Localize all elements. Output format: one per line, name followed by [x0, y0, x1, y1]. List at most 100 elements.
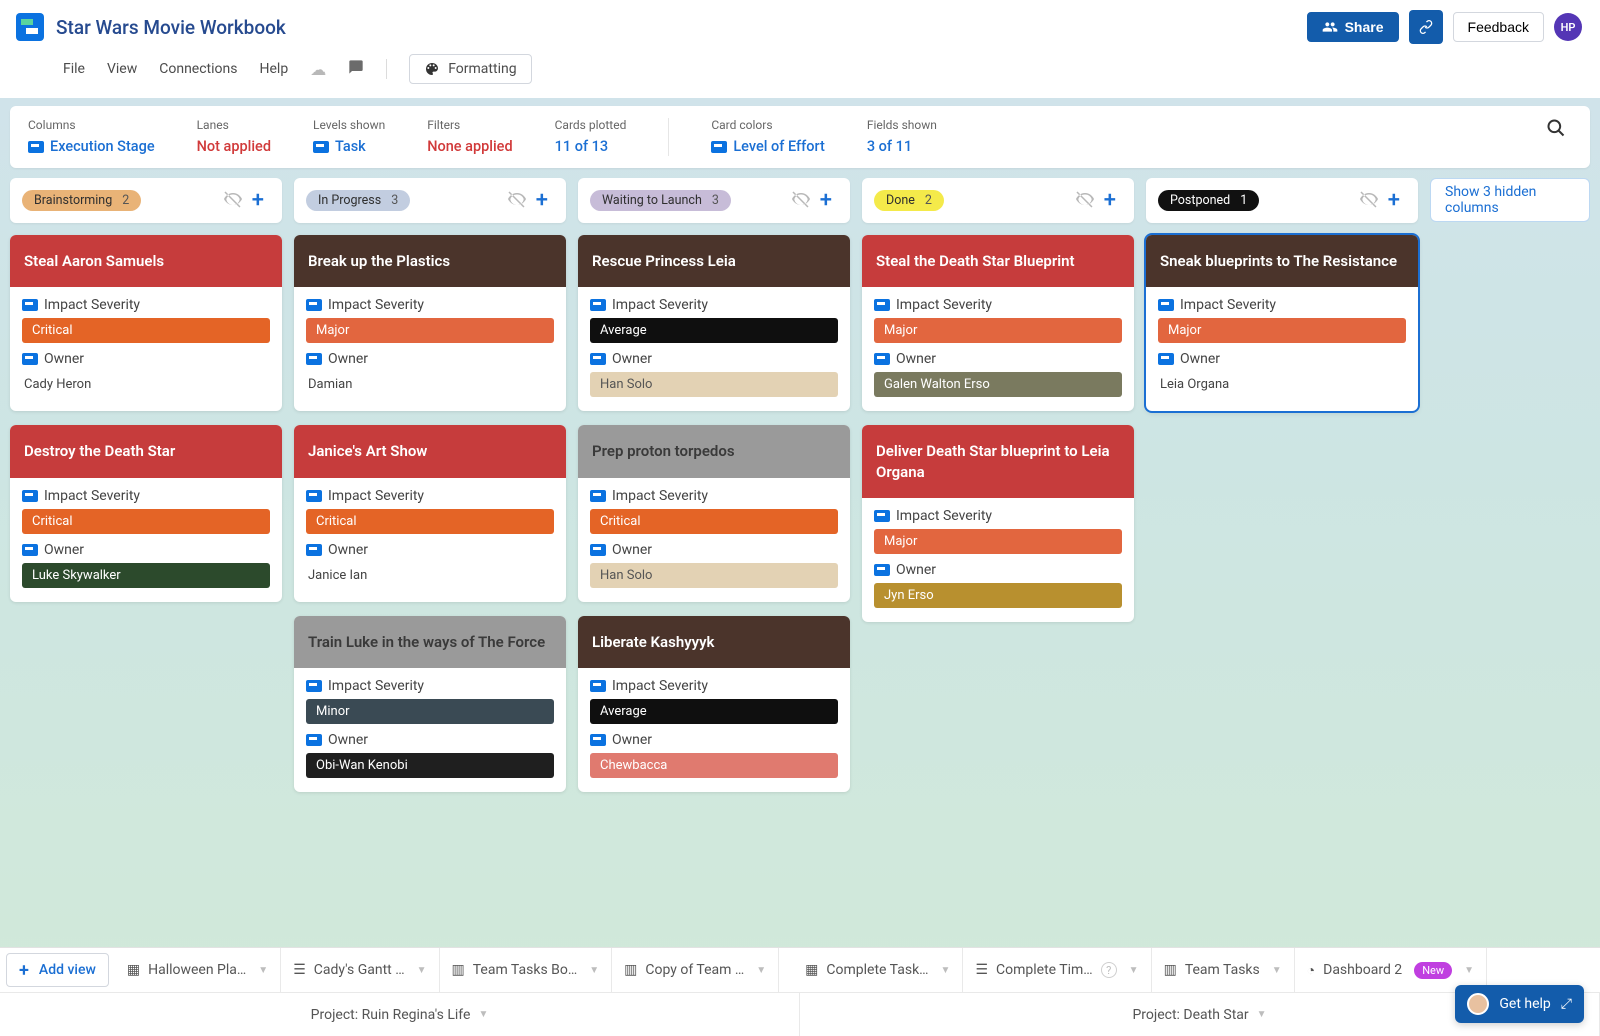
app-logo[interactable]	[16, 13, 44, 41]
add-card-icon[interactable]: +	[246, 188, 270, 213]
menu-file[interactable]: File	[63, 61, 85, 77]
user-avatar[interactable]: HP	[1554, 13, 1582, 41]
add-card-icon[interactable]: +	[1382, 188, 1406, 213]
column-pill[interactable]: Done 2	[874, 190, 944, 211]
impact-chip: Major	[306, 318, 554, 343]
tab-complete-task[interactable]: ▦Complete Task…▼	[793, 948, 963, 992]
add-card-icon[interactable]: +	[1098, 188, 1122, 213]
owner-value: Janice Ian	[306, 563, 554, 588]
board-card[interactable]: Break up the Plastics Impact Severity Ma…	[294, 235, 566, 411]
search-icon[interactable]	[1546, 118, 1572, 143]
hide-column-icon[interactable]	[504, 190, 530, 212]
board-card[interactable]: Rescue Princess Leia Impact Severity Ave…	[578, 235, 850, 411]
link-button[interactable]	[1409, 10, 1443, 44]
card-title: Liberate Kashyyyk	[578, 616, 850, 668]
filter-columns-value[interactable]: Execution Stage	[28, 138, 155, 155]
chevron-down-icon[interactable]: ▼	[258, 965, 268, 976]
impact-chip: Major	[874, 318, 1122, 343]
column-pill[interactable]: In Progress 3	[306, 190, 410, 211]
menu-view[interactable]: View	[107, 61, 137, 77]
filter-columns-label: Columns	[28, 118, 155, 132]
board-card[interactable]: Train Luke in the ways of The Force Impa…	[294, 616, 566, 792]
filter-fields-value[interactable]: 3 of 11	[867, 138, 937, 155]
field-icon	[590, 490, 606, 502]
tab-team-tasks[interactable]: ▥Team Tasks▼	[1152, 948, 1295, 992]
chevron-down-icon[interactable]: ▼	[756, 965, 766, 976]
tab-copy-team[interactable]: ▥Copy of Team …▼	[612, 948, 779, 992]
hide-column-icon[interactable]	[1356, 190, 1382, 212]
menu-connections[interactable]: Connections	[159, 61, 237, 77]
field-icon	[590, 544, 606, 556]
chevron-down-icon[interactable]: ▼	[1257, 1009, 1267, 1020]
filter-colors-value[interactable]: Level of Effort	[711, 138, 824, 155]
owner-label: Owner	[590, 351, 838, 367]
chevron-down-icon[interactable]: ▼	[1129, 965, 1139, 976]
board-card[interactable]: Steal Aaron Samuels Impact Severity Crit…	[10, 235, 282, 411]
board-card[interactable]: Deliver Death Star blueprint to Leia Org…	[862, 425, 1134, 622]
owner-label: Owner	[874, 562, 1122, 578]
comment-icon[interactable]	[348, 59, 364, 79]
formatting-button[interactable]: Formatting	[409, 54, 531, 84]
chevron-down-icon[interactable]: ▼	[478, 1009, 488, 1020]
board-card[interactable]: Prep proton torpedos Impact Severity Cri…	[578, 425, 850, 601]
column-pill[interactable]: Brainstorming 2	[22, 190, 141, 211]
field-icon	[590, 299, 606, 311]
card-title: Janice's Art Show	[294, 425, 566, 477]
owner-chip: Chewbacca	[590, 753, 838, 778]
show-hidden-columns-button[interactable]: Show 3 hidden columns	[1430, 178, 1590, 222]
expand-icon: ⤢	[1561, 996, 1572, 1012]
column-header: Done 2 +	[862, 178, 1134, 223]
tab-complete-tim[interactable]: ☰Complete Tim…?▼	[963, 948, 1151, 992]
impact-label: Impact Severity	[874, 508, 1122, 524]
tab-team-tasks-board[interactable]: ▥Team Tasks Bo…▼	[440, 948, 613, 992]
board-column: Done 2 + Steal the Death Star Blueprint …	[862, 178, 1134, 636]
board-card[interactable]: Steal the Death Star Blueprint Impact Se…	[862, 235, 1134, 411]
filter-lanes-value[interactable]: Not applied	[197, 138, 271, 155]
board-card[interactable]: Janice's Art Show Impact Severity Critic…	[294, 425, 566, 601]
board-card[interactable]: Liberate Kashyyyk Impact Severity Averag…	[578, 616, 850, 792]
field-icon	[590, 734, 606, 746]
share-button[interactable]: Share	[1307, 12, 1399, 42]
get-help-button[interactable]: Get help ⤢	[1455, 985, 1584, 1023]
menu-help[interactable]: Help	[260, 61, 289, 77]
plus-icon: +	[19, 960, 29, 981]
help-icon[interactable]: ?	[1101, 962, 1117, 978]
column-count: 2	[122, 193, 129, 208]
owner-label: Owner	[306, 351, 554, 367]
board-card[interactable]: Destroy the Death Star Impact Severity C…	[10, 425, 282, 601]
field-icon	[874, 564, 890, 576]
column-count: 1	[1240, 193, 1247, 208]
gantt-icon: ☰	[975, 962, 988, 978]
chevron-down-icon[interactable]: ▼	[589, 965, 599, 976]
add-card-icon[interactable]: +	[814, 188, 838, 213]
chevron-down-icon[interactable]: ▼	[1272, 965, 1282, 976]
feedback-button[interactable]: Feedback	[1453, 12, 1544, 42]
hide-column-icon[interactable]	[788, 190, 814, 212]
filter-filters-label: Filters	[427, 118, 512, 132]
hide-column-icon[interactable]	[220, 190, 246, 212]
filter-cards-value[interactable]: 11 of 13	[555, 138, 627, 155]
tab-cady-gantt[interactable]: ☰Cady's Gantt …▼	[281, 948, 439, 992]
filter-levels-value[interactable]: Task	[313, 138, 385, 155]
filter-levels-label: Levels shown	[313, 118, 385, 132]
cloud-icon[interactable]: ☁	[310, 60, 326, 79]
field-icon	[1158, 299, 1174, 311]
column-pill[interactable]: Waiting to Launch 3	[590, 190, 731, 211]
project-regina[interactable]: Project: Ruin Regina's Life▼	[0, 993, 800, 1036]
board-card[interactable]: Sneak blueprints to The Resistance Impac…	[1146, 235, 1418, 411]
add-card-icon[interactable]: +	[530, 188, 554, 213]
chevron-down-icon[interactable]: ▼	[941, 965, 951, 976]
filter-filters-value[interactable]: None applied	[427, 138, 512, 155]
column-pill[interactable]: Postponed 1	[1158, 190, 1259, 211]
field-icon	[306, 544, 322, 556]
impact-label: Impact Severity	[22, 488, 270, 504]
add-view-button[interactable]: + Add view	[6, 953, 109, 987]
level-icon	[28, 141, 44, 153]
chevron-down-icon[interactable]: ▼	[1464, 965, 1474, 976]
owner-label: Owner	[1158, 351, 1406, 367]
filter-colors-label: Card colors	[711, 118, 824, 132]
workbook-title[interactable]: Star Wars Movie Workbook	[56, 16, 286, 39]
chevron-down-icon[interactable]: ▼	[417, 965, 427, 976]
tab-halloween[interactable]: ▦Halloween Pla…▼	[115, 948, 281, 992]
hide-column-icon[interactable]	[1072, 190, 1098, 212]
